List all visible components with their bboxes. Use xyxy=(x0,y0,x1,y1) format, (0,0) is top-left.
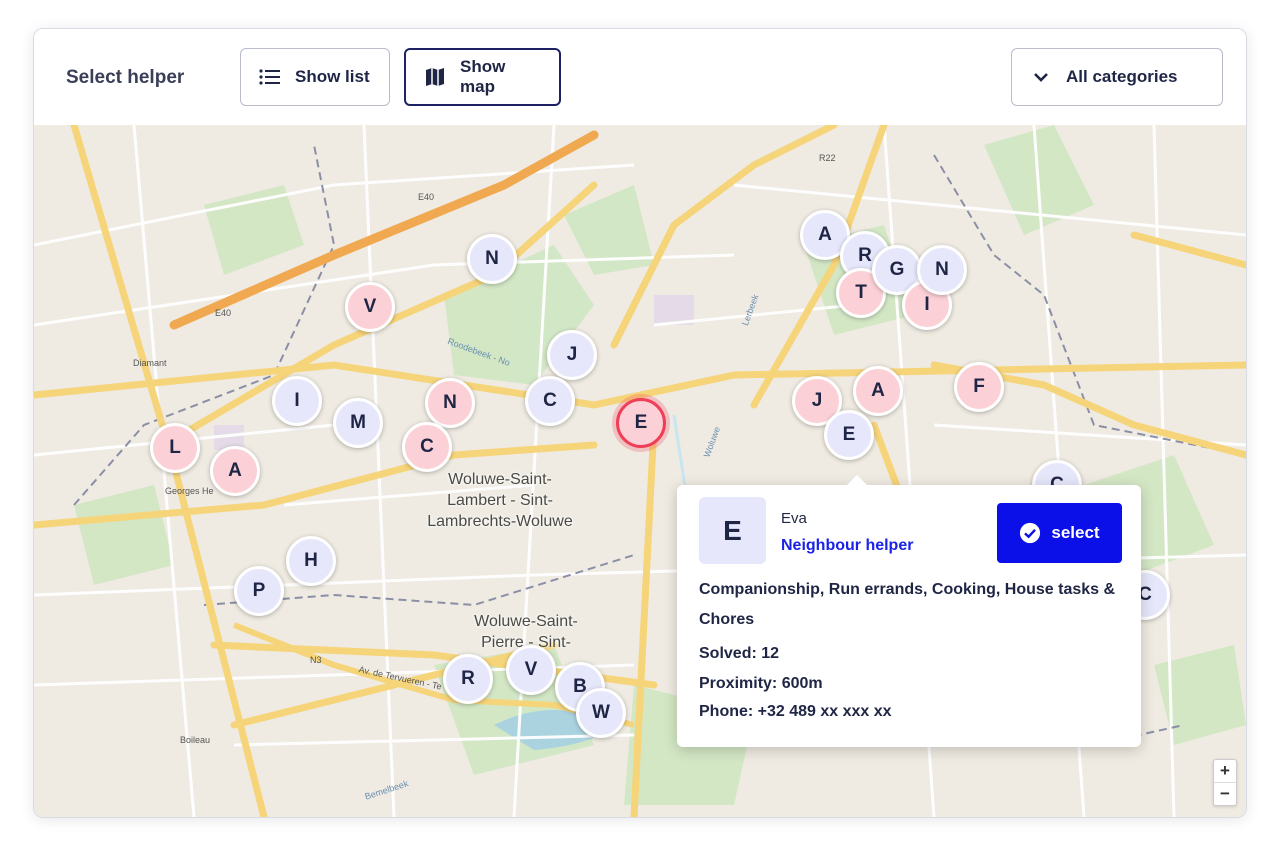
list-icon xyxy=(259,66,281,88)
helper-marker[interactable]: N xyxy=(425,378,475,428)
category-label: All categories xyxy=(1066,67,1178,86)
area-label-woluwe-saint-lambert: Woluwe-Saint- Lambert - Sint- Lambrechts… xyxy=(427,471,573,530)
helper-skills: Companionship, Run errands, Cooking, Hou… xyxy=(699,581,1116,628)
helper-role: Neighbour helper xyxy=(781,537,914,554)
helper-marker[interactable]: V xyxy=(506,645,556,695)
helper-marker[interactable]: V xyxy=(345,282,395,332)
helper-avatar: E xyxy=(699,497,766,564)
helper-marker[interactable]: W xyxy=(576,688,626,738)
road-n3-label: N3 xyxy=(310,655,322,665)
station-georges-label: Georges He xyxy=(165,486,214,496)
page-title: Select helper xyxy=(66,67,185,88)
zoom-control: + − xyxy=(1213,759,1237,806)
helper-marker[interactable]: A xyxy=(210,446,260,496)
helper-phone: Phone: +32 489 xx xxx xx xyxy=(699,703,892,720)
helper-name: Eva xyxy=(781,510,807,527)
helper-marker[interactable]: L xyxy=(150,423,200,473)
map-view[interactable]: Diamant Georges He Boileau E40 E40 N3 R2… xyxy=(34,125,1246,817)
helper-marker[interactable]: P xyxy=(234,566,284,616)
map-icon xyxy=(424,66,446,88)
select-button[interactable]: select xyxy=(997,503,1122,563)
popup-arrow xyxy=(847,475,867,485)
helper-selection-card: Select helper Show list Show map All cat… xyxy=(33,28,1247,818)
helper-marker[interactable]: A xyxy=(853,366,903,416)
check-circle-icon xyxy=(1019,522,1041,544)
helper-marker[interactable]: I xyxy=(272,376,322,426)
chevron-down-icon xyxy=(1030,66,1052,88)
helper-marker[interactable]: J xyxy=(547,330,597,380)
toolbar: Select helper Show list Show map All cat… xyxy=(34,29,1246,125)
zoom-in-button[interactable]: + xyxy=(1214,760,1236,782)
helper-marker[interactable]: C xyxy=(525,376,575,426)
category-dropdown[interactable]: All categories xyxy=(1011,48,1223,106)
helper-marker[interactable]: C xyxy=(402,422,452,472)
select-label: select xyxy=(1051,523,1100,542)
helper-marker[interactable]: N xyxy=(917,245,967,295)
road-e40-label: E40 xyxy=(215,308,232,318)
helper-proximity: Proximity: 600m xyxy=(699,675,823,692)
zoom-out-button[interactable]: − xyxy=(1214,782,1236,805)
show-list-button[interactable]: Show list xyxy=(240,48,390,106)
helper-marker[interactable]: H xyxy=(286,536,336,586)
helper-popup: E Eva Neighbour helper select Companions… xyxy=(677,475,1141,747)
helper-marker[interactable]: N xyxy=(467,234,517,284)
show-map-button[interactable]: Show map xyxy=(404,48,561,106)
helper-solved: Solved: 12 xyxy=(699,645,780,662)
helper-marker[interactable]: M xyxy=(333,398,383,448)
show-map-label: Show map xyxy=(460,57,506,96)
show-list-label: Show list xyxy=(295,67,370,86)
helper-marker[interactable]: E xyxy=(824,410,874,460)
station-boileau-label: Boileau xyxy=(180,735,211,745)
helper-marker-selected[interactable]: E xyxy=(616,398,666,448)
road-e40-label: E40 xyxy=(418,192,435,202)
helper-marker[interactable]: F xyxy=(954,362,1004,412)
helper-marker[interactable]: R xyxy=(443,654,493,704)
road-r22-label: R22 xyxy=(819,153,836,163)
station-diamant-label: Diamant xyxy=(133,358,167,368)
